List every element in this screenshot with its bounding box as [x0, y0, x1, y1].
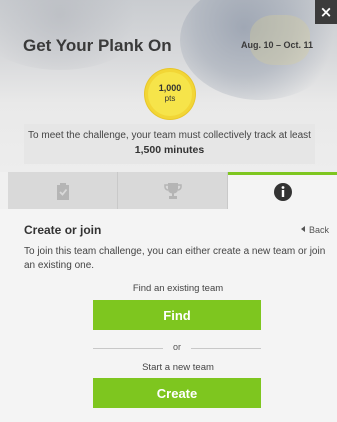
or-divider: or — [93, 342, 261, 354]
info-icon — [273, 183, 292, 201]
tab-progress[interactable] — [8, 172, 118, 209]
tab-leaderboard[interactable] — [118, 172, 228, 209]
challenge-title: Get Your Plank On — [23, 36, 172, 55]
goal-target: 1,500 minutes — [134, 144, 205, 156]
points-badge: 1,000 pts — [148, 72, 192, 116]
back-link[interactable]: Back — [300, 225, 329, 235]
find-button[interactable]: Find — [93, 300, 261, 330]
points-value: 1,000 — [158, 83, 182, 93]
section-description: To join this team challenge, you can eit… — [24, 246, 326, 271]
section-title: Create or join — [24, 223, 102, 237]
back-label: Back — [308, 225, 329, 235]
trophy-icon — [163, 182, 182, 199]
points-unit: pts — [164, 94, 176, 103]
create-or-join-section: Create or join Back To join this team ch… — [0, 209, 337, 422]
back-arrow-icon — [300, 226, 305, 232]
challenge-header: × Get Your Plank On Aug. 10 – Oct. 11 1,… — [0, 0, 337, 172]
tab-info[interactable] — [228, 172, 337, 209]
goal-box: To meet the challenge, your team must co… — [24, 124, 315, 164]
or-label: or — [172, 342, 181, 352]
find-team-label: Find an existing team — [132, 283, 224, 294]
challenge-date-range: Aug. 10 – Oct. 11 — [240, 40, 313, 50]
goal-text: To meet the challenge, your team must co… — [28, 130, 311, 141]
clipboard-check-icon — [56, 182, 69, 200]
challenge-panel: × Get Your Plank On Aug. 10 – Oct. 11 1,… — [0, 0, 337, 422]
divider-line-right — [191, 348, 261, 349]
header-photo — [0, 0, 150, 70]
close-button[interactable]: × — [315, 0, 337, 24]
challenge-tabs — [8, 172, 337, 209]
create-button[interactable]: Create — [93, 378, 261, 408]
create-team-label: Start a new team — [142, 362, 214, 373]
